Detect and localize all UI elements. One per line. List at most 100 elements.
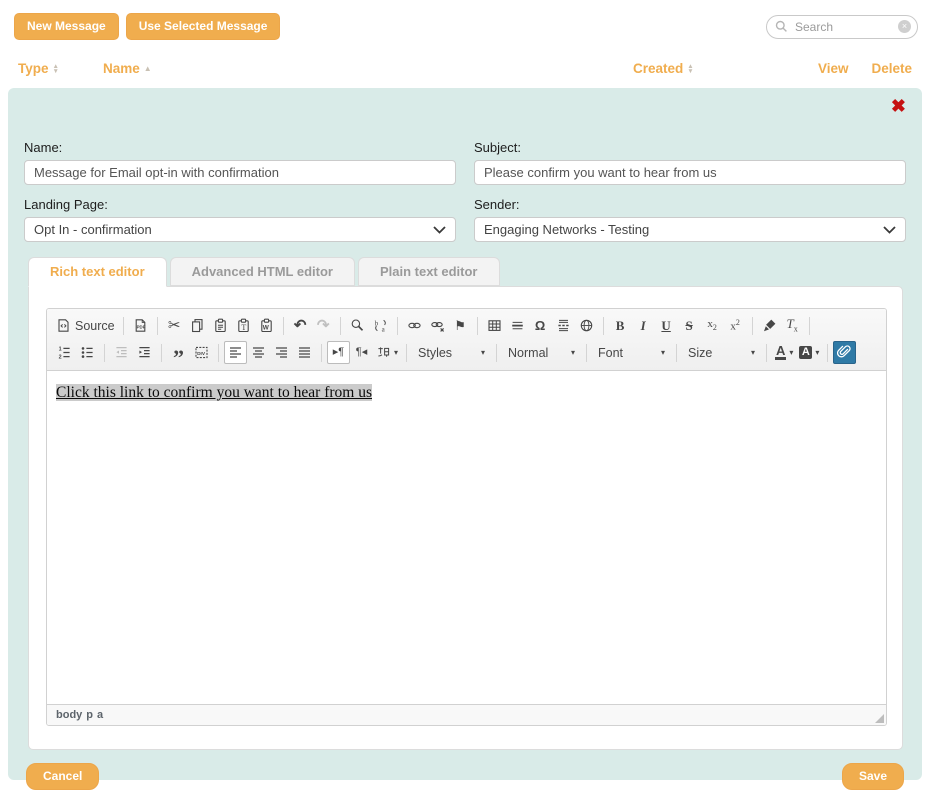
unlink-button[interactable] [426,314,449,337]
close-icon[interactable]: ✖ [891,96,906,116]
toolbar-separator [283,317,284,335]
element-path-item[interactable]: a [97,709,103,721]
search-box[interactable]: × [766,15,918,39]
paste-text-button[interactable]: T [232,314,255,337]
align-right-button[interactable] [270,341,293,364]
align-justify-icon [297,345,312,360]
insert-link-icon [837,345,852,360]
new-message-button[interactable]: New Message [14,13,119,40]
column-header-created[interactable]: Created ▲▼ [633,61,818,76]
element-path-item[interactable]: p [86,709,93,721]
underline-button[interactable]: U [655,314,678,337]
resize-grip[interactable] [875,714,884,723]
language-button[interactable]: ▾ [373,341,401,364]
size-select[interactable]: Size▾ [682,342,761,364]
anchor-button[interactable]: ⚑ [449,314,472,337]
copy-button[interactable] [186,314,209,337]
align-left-icon [228,345,243,360]
svg-text:b: b [374,319,378,327]
svg-text:PDF: PDF [136,325,145,330]
landing-page-field-block: Landing Page: Opt In - confirmation [24,197,456,242]
column-header-view[interactable]: View [818,61,870,76]
replace-button[interactable]: ba [369,314,392,337]
toolbar-separator [809,317,810,335]
subscript-button[interactable]: x2 [701,314,724,337]
language-caret-icon: ▾ [394,348,398,357]
bulleted-list-icon [80,345,95,360]
name-header-label: Name [103,61,140,76]
iframe-button[interactable] [575,314,598,337]
confirmation-link-text[interactable]: Click this link to confirm you want to h… [56,384,372,401]
superscript-icon: x2 [730,319,740,333]
superscript-button[interactable]: x2 [724,314,747,337]
paste-button[interactable] [209,314,232,337]
numbered-list-button[interactable]: 12 [53,341,76,364]
horizontal-rule-button[interactable] [506,314,529,337]
page-break-button[interactable] [552,314,575,337]
tab-plain-text-editor[interactable]: Plain text editor [358,257,500,286]
export-pdf-button[interactable]: PDF [129,314,152,337]
paste-text-icon: T [236,318,251,333]
link-button[interactable] [403,314,426,337]
name-input[interactable] [24,160,456,185]
italic-button[interactable]: I [632,314,655,337]
top-toolbar: New Message Use Selected Message × [0,0,930,40]
toolbar-separator [161,344,162,362]
strikethrough-button[interactable]: S [678,314,701,337]
paste-word-button[interactable]: W [255,314,278,337]
sender-select[interactable]: Engaging Networks - Testing [474,217,906,242]
strikethrough-icon: S [685,319,692,332]
source-button[interactable]: Source [53,314,118,337]
align-justify-button[interactable] [293,341,316,364]
bulleted-list-button[interactable] [76,341,99,364]
size-label: Size [688,346,712,360]
chevron-down-icon [883,226,896,234]
div-container-button[interactable]: DIV [190,341,213,364]
landing-page-select[interactable]: Opt In - confirmation [24,217,456,242]
redo-button[interactable]: ↷ [312,314,335,337]
background-color-button[interactable]: A▾ [796,341,822,364]
copy-formatting-button[interactable] [758,314,781,337]
element-path-item[interactable]: body [56,709,82,721]
styles-select[interactable]: Styles▾ [412,342,491,364]
column-header-name[interactable]: Name ▲ [103,61,633,76]
outdent-button[interactable] [110,341,133,364]
insert-link-button[interactable] [833,341,856,364]
cut-button[interactable]: ✂ [163,314,186,337]
landing-page-label: Landing Page: [24,197,456,212]
indent-icon [137,345,152,360]
text-direction-rtl-button[interactable]: ¶◂ [350,341,373,364]
styles-caret-icon: ▾ [481,348,485,357]
text-direction-ltr-button[interactable]: ▸¶ [327,341,350,364]
indent-button[interactable] [133,341,156,364]
sort-both-icon: ▲▼ [687,64,693,74]
tab-rich-text-editor[interactable]: Rich text editor [28,257,167,287]
search-clear-icon[interactable]: × [898,20,911,33]
column-header-delete[interactable]: Delete [870,61,912,76]
editor-tabs: Rich text editor Advanced HTML editor Pl… [28,257,906,286]
undo-icon: ↶ [294,318,307,333]
table-button[interactable] [483,314,506,337]
copy-icon [190,318,205,333]
tab-advanced-html-editor[interactable]: Advanced HTML editor [170,257,355,286]
anchor-icon: ⚑ [454,319,466,332]
subject-input[interactable] [474,160,906,185]
use-selected-message-button[interactable]: Use Selected Message [126,13,281,40]
paste-icon [213,318,228,333]
remove-format-button[interactable]: Tx [781,314,804,337]
align-left-button[interactable] [224,341,247,364]
editor-content-area[interactable]: Click this link to confirm you want to h… [47,371,886,704]
text-color-button[interactable]: A▾ [772,341,796,364]
column-header-type[interactable]: Type ▲▼ [18,61,103,76]
find-icon [350,318,365,333]
blockquote-button[interactable]: ” [167,341,190,364]
bold-button[interactable]: B [609,314,632,337]
search-input[interactable] [793,19,893,35]
format-select[interactable]: Normal▾ [502,342,581,364]
align-center-button[interactable] [247,341,270,364]
special-char-button[interactable]: Ω [529,314,552,337]
undo-button[interactable]: ↶ [289,314,312,337]
font-select[interactable]: Font▾ [592,342,671,364]
toolbar-separator [603,317,604,335]
find-button[interactable] [346,314,369,337]
